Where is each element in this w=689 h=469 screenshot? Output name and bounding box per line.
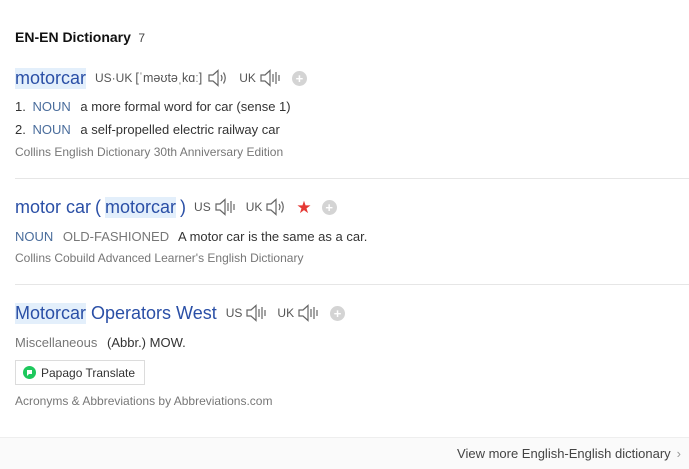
part-of-speech: NOUN [32,122,71,137]
sense-definition: a self-propelled electric railway car [80,122,280,137]
plus-icon[interactable]: + [330,305,346,321]
papago-label: Papago Translate [41,365,136,380]
list-item: 2. NOUN a self-propelled electric railwa… [15,118,689,141]
sense-definition: a more formal word for car (sense 1) [80,99,291,114]
dictionary-entry-1: motorcar US·UK [ˈməʊtəˌkɑː] UK + 1. NOUN… [15,66,689,159]
papago-translate-button[interactable]: Papago Translate [15,360,146,385]
headword-rest-link[interactable]: Operators West [91,303,217,324]
part-of-speech: NOUN [32,99,71,114]
dictionary-source: Collins English Dictionary 30th Annivers… [15,145,284,159]
entry-headline: Motorcar Operators West US UK + [15,301,689,325]
pronunciation-us-uk: US·UK [ˈməʊtəˌkɑː] [95,68,231,88]
pronunciation-us: US [226,303,270,323]
pron-label-us: US [225,306,243,320]
sense-number: 2. [15,122,26,137]
sense-list: 1. NOUN a more formal word for car (sens… [15,95,689,141]
papago-row: Papago Translate [15,360,689,385]
entry-headline: motorcar US·UK [ˈməʊtəˌkɑː] UK + [15,66,689,90]
chevron-right-icon: › [676,446,681,461]
paren-close: ) [180,196,187,217]
sense-row: NOUN OLD-FASHIONED A motor car is the sa… [15,225,689,248]
headword-link[interactable]: motor car [15,197,91,218]
view-more-bar: View more English-English dictionary › [0,437,689,469]
section-title: EN-EN Dictionary [15,29,131,45]
pronunciation-us: US [194,197,238,217]
speaker-icon[interactable] [297,303,321,323]
dictionary-source: Collins Cobuild Advanced Learner's Engli… [15,251,304,265]
part-of-speech: NOUN [15,229,54,244]
pron-label-us: US [194,200,211,214]
dictionary-entry-2: motor car ( motorcar ) US UK ★ + NOUN OL… [15,195,689,265]
plus-icon[interactable]: + [291,70,307,86]
sense-definition: (Abbr.) MOW. [107,335,186,350]
headword-variant-link[interactable]: motorcar [105,196,177,218]
pronunciation-uk: UK [239,68,283,88]
pronunciation-uk: UK [277,303,321,323]
divider [15,178,689,179]
pron-label-uk: UK [245,200,263,214]
dictionary-entry-3: Motorcar Operators West US UK + Miscella… [15,301,689,408]
speaker-icon[interactable] [245,303,269,323]
category-label: Miscellaneous [15,335,98,350]
plus-icon[interactable]: + [321,199,337,215]
view-more-link[interactable]: View more English-English dictionary › [457,446,681,461]
view-more-label: View more English-English dictionary [457,446,671,461]
sense-row: Miscellaneous (Abbr.) MOW. [15,331,689,354]
pron-label-uk: UK [239,71,256,85]
entry-headline: motor car ( motorcar ) US UK ★ + [15,195,689,219]
pronunciation-uk: UK [246,197,290,217]
entry-count: 7 [138,31,146,45]
speaker-icon[interactable] [259,68,283,88]
speaker-icon[interactable] [214,197,238,217]
speaker-icon[interactable] [265,197,289,217]
paren-open: ( [95,196,102,217]
register-label: OLD-FASHIONED [62,229,170,244]
divider [15,284,689,285]
sense-definition: A motor car is the same as a car. [178,229,368,244]
papago-icon [23,366,36,379]
pron-label-uk: UK [277,306,295,320]
list-item: 1. NOUN a more formal word for car (sens… [15,95,689,118]
pron-label-us-uk: US·UK [95,71,133,85]
sense-number: 1. [15,99,26,114]
dictionary-source: Acronyms & Abbreviations by Abbreviation… [15,394,273,408]
headword-link[interactable]: Motorcar [15,302,87,324]
headword-link[interactable]: motorcar [15,67,87,89]
pron-ipa: [ˈməʊtəˌkɑː] [135,71,203,85]
speaker-icon[interactable] [207,68,231,88]
star-icon[interactable]: ★ [296,199,311,216]
section-header: EN-EN Dictionary 7 [15,29,145,47]
